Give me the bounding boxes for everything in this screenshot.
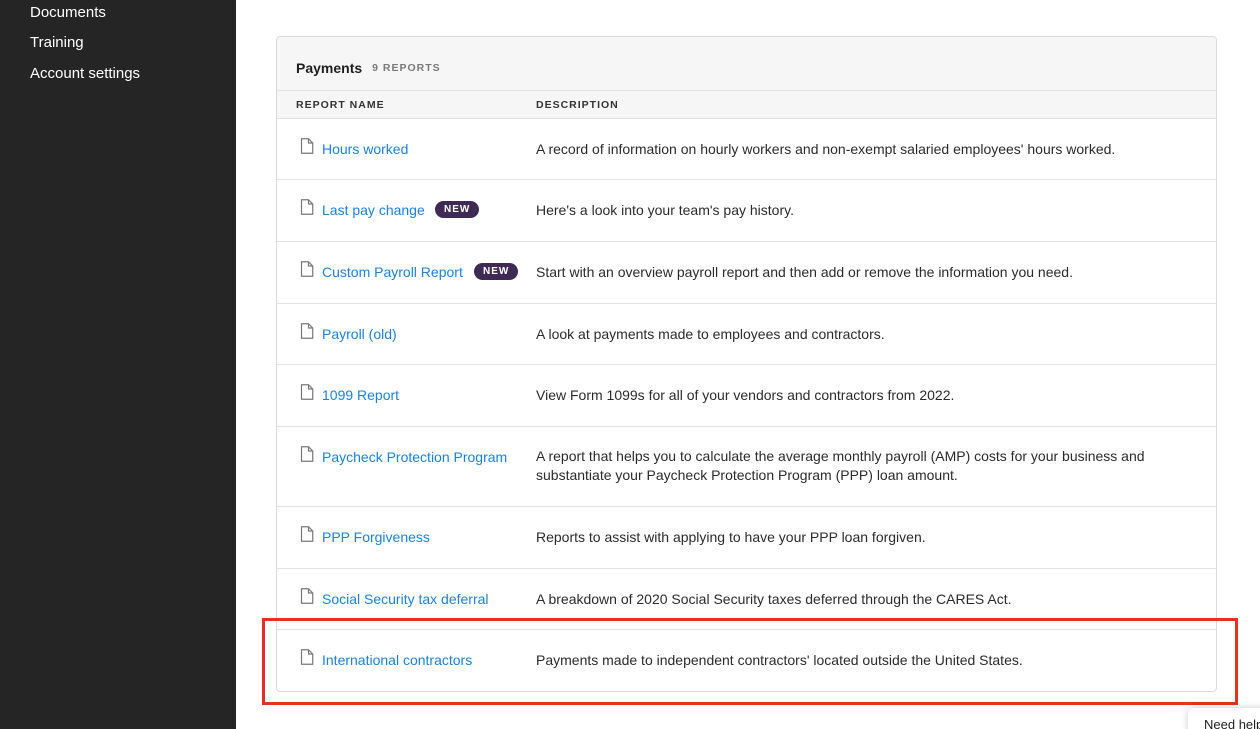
report-list: Hours worked A record of information on h… (277, 119, 1216, 691)
report-description: A record of information on hourly worker… (536, 141, 1116, 157)
document-icon (300, 588, 314, 604)
report-description: View Form 1099s for all of your vendors … (536, 387, 955, 403)
sidebar-item-account-settings[interactable]: Account settings (30, 64, 140, 84)
report-link[interactable]: PPP Forgiveness (322, 527, 430, 547)
report-link[interactable]: Hours worked (322, 139, 408, 159)
report-description: A report that helps you to calculate the… (536, 448, 1145, 483)
table-row: Paycheck Protection Program A report that… (277, 427, 1216, 507)
report-description: Start with an overview payroll report an… (536, 264, 1073, 280)
document-icon (300, 138, 314, 154)
document-icon (300, 526, 314, 542)
document-icon (300, 384, 314, 400)
table-row: Social Security tax deferral A breakdown … (277, 569, 1216, 630)
sidebar-item-documents[interactable]: Documents (30, 3, 106, 23)
report-link[interactable]: International contractors (322, 650, 472, 670)
document-icon (300, 649, 314, 665)
table-row: Payroll (old) A look at payments made to … (277, 304, 1216, 365)
report-description: Here's a look into your team's pay histo… (536, 202, 794, 218)
new-badge: NEW (435, 201, 480, 218)
need-help-button[interactable]: Need help? (1188, 708, 1260, 729)
table-row: PPP Forgiveness Reports to assist with ap… (277, 507, 1216, 569)
sidebar: Documents Training Account settings (0, 0, 236, 729)
table-row: International contractors Payments made t… (277, 630, 1216, 691)
report-description: A look at payments made to employees and… (536, 326, 885, 342)
document-icon (300, 261, 314, 277)
table-row: Custom Payroll Report NEW Start with an ov… (277, 242, 1216, 304)
document-icon (300, 446, 314, 462)
card-header: Payments 9 REPORTS (277, 37, 1216, 91)
table-header: REPORT NAME DESCRIPTION (277, 91, 1216, 119)
report-link[interactable]: Last pay change (322, 200, 425, 220)
payments-reports-card: Payments 9 REPORTS REPORT NAME DESCRIPTI… (276, 36, 1217, 692)
table-row: Hours worked A record of information on h… (277, 119, 1216, 180)
card-title: Payments (296, 59, 363, 76)
report-description: A breakdown of 2020 Social Security taxe… (536, 591, 1012, 607)
report-description: Payments made to independent contractors… (536, 652, 1023, 668)
new-badge: NEW (474, 263, 519, 280)
document-icon (300, 323, 314, 339)
report-link[interactable]: Payroll (old) (322, 324, 397, 344)
report-link[interactable]: Social Security tax deferral (322, 589, 489, 609)
document-icon (300, 199, 314, 215)
column-header-description: DESCRIPTION (536, 99, 619, 111)
report-count: 9 REPORTS (372, 61, 441, 74)
report-link[interactable]: 1099 Report (322, 385, 399, 405)
report-link[interactable]: Custom Payroll Report (322, 262, 463, 282)
report-link[interactable]: Paycheck Protection Program (322, 447, 507, 467)
report-description: Reports to assist with applying to have … (536, 529, 926, 545)
column-header-report-name: REPORT NAME (296, 99, 385, 111)
table-row: 1099 Report View Form 1099s for all of yo… (277, 365, 1216, 427)
main-content: Payments 9 REPORTS REPORT NAME DESCRIPTI… (236, 0, 1260, 729)
table-row: Last pay change NEW Here's a look into you… (277, 180, 1216, 242)
sidebar-item-training[interactable]: Training (30, 33, 84, 53)
